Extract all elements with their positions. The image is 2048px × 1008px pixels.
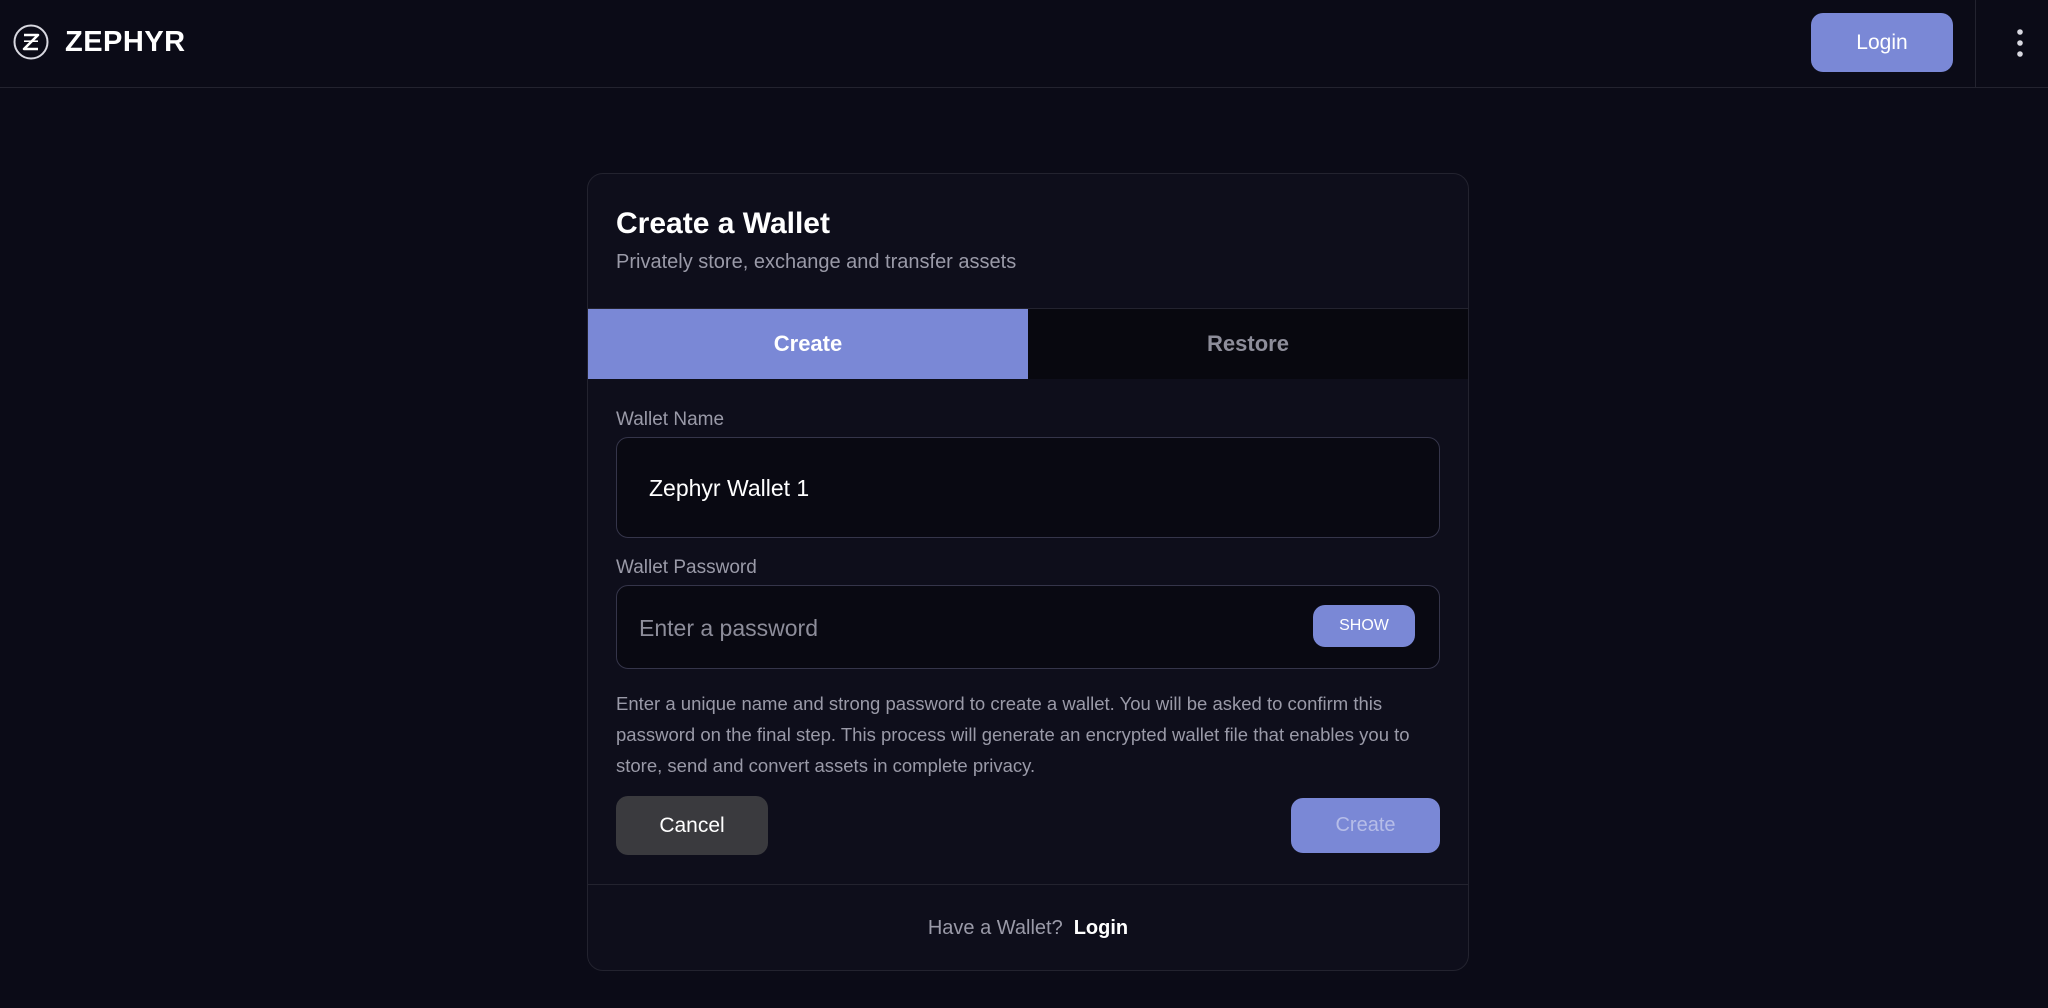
wallet-tabs: Create Restore: [588, 309, 1468, 379]
wallet-name-input[interactable]: [649, 468, 1409, 508]
wallet-password-field-box: SHOW: [616, 585, 1440, 669]
top-bar: ZEPHYR Login: [0, 0, 2048, 88]
card-title: Create a Wallet: [616, 207, 830, 240]
tab-create[interactable]: Create: [588, 309, 1028, 379]
brand[interactable]: ZEPHYR: [13, 24, 186, 60]
brand-name: ZEPHYR: [65, 25, 186, 58]
card-subtitle: Privately store, exchange and transfer a…: [616, 251, 1017, 273]
create-button[interactable]: Create: [1291, 798, 1440, 853]
tab-restore[interactable]: Restore: [1028, 309, 1468, 379]
wallet-password-label: Wallet Password: [616, 557, 757, 578]
card-header: Create a Wallet Privately store, exchang…: [588, 174, 1468, 309]
card-footer: Have a Wallet? Login: [588, 884, 1468, 970]
wallet-password-input[interactable]: [639, 608, 1279, 648]
footer-login-link[interactable]: Login: [1074, 917, 1128, 940]
wallet-name-field-box: [616, 437, 1440, 538]
vertical-dots-menu-icon[interactable]: [2005, 25, 2035, 61]
create-wallet-card: Create a Wallet Privately store, exchang…: [587, 173, 1469, 971]
header-login-button[interactable]: Login: [1811, 13, 1953, 72]
wallet-name-label: Wallet Name: [616, 409, 725, 430]
have-wallet-text: Have a Wallet?: [927, 917, 1063, 939]
help-text: Enter a unique name and strong password …: [616, 693, 1410, 776]
header-divider: [1975, 0, 1976, 88]
show-password-button[interactable]: SHOW: [1313, 605, 1415, 647]
cancel-button[interactable]: Cancel: [616, 796, 768, 855]
zephyr-logo-icon: [13, 24, 49, 60]
